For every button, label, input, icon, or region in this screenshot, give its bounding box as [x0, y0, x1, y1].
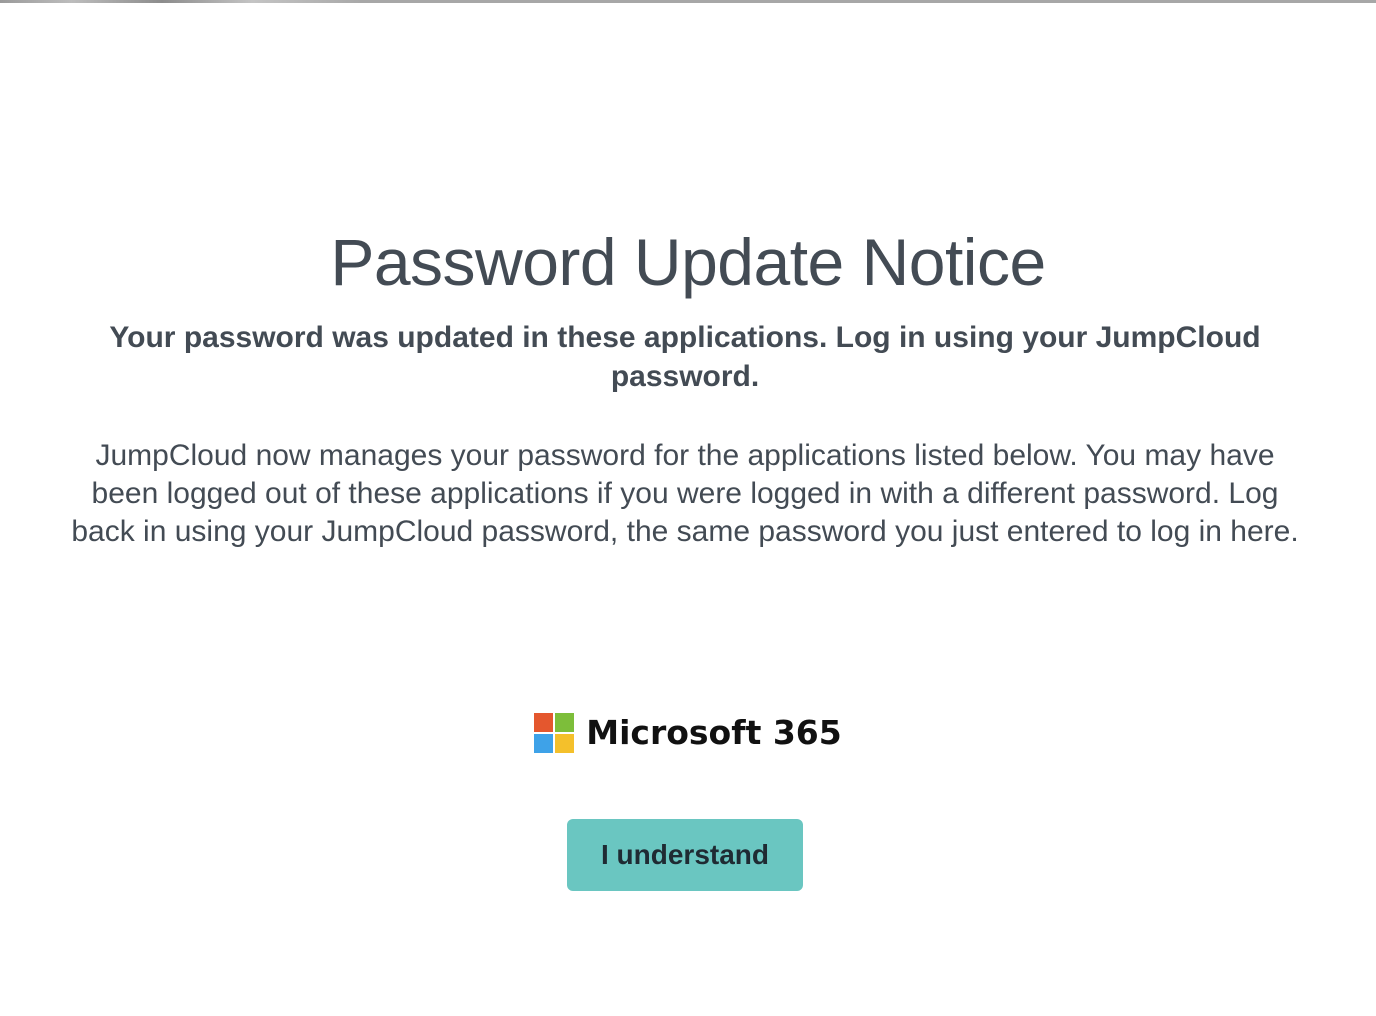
- notice-description: JumpCloud now manages your password for …: [71, 439, 1299, 548]
- microsoft-logo-blue-square: [534, 734, 554, 753]
- microsoft-logo-icon: [534, 713, 575, 753]
- application-item-microsoft-365: Microsoft 365: [534, 708, 842, 758]
- page-title: Password Update Notice: [330, 225, 1046, 300]
- top-border-shadow: [0, 0, 360, 3]
- application-name: Microsoft 365: [586, 713, 842, 752]
- microsoft-logo-yellow-square: [555, 734, 575, 753]
- microsoft-logo-green-square: [555, 713, 575, 732]
- notice-subtitle: Your password was updated in these appli…: [109, 321, 1261, 393]
- application-list: Microsoft 365: [0, 708, 1376, 758]
- i-understand-button[interactable]: I understand: [567, 819, 803, 891]
- microsoft-logo-red-square: [534, 713, 554, 732]
